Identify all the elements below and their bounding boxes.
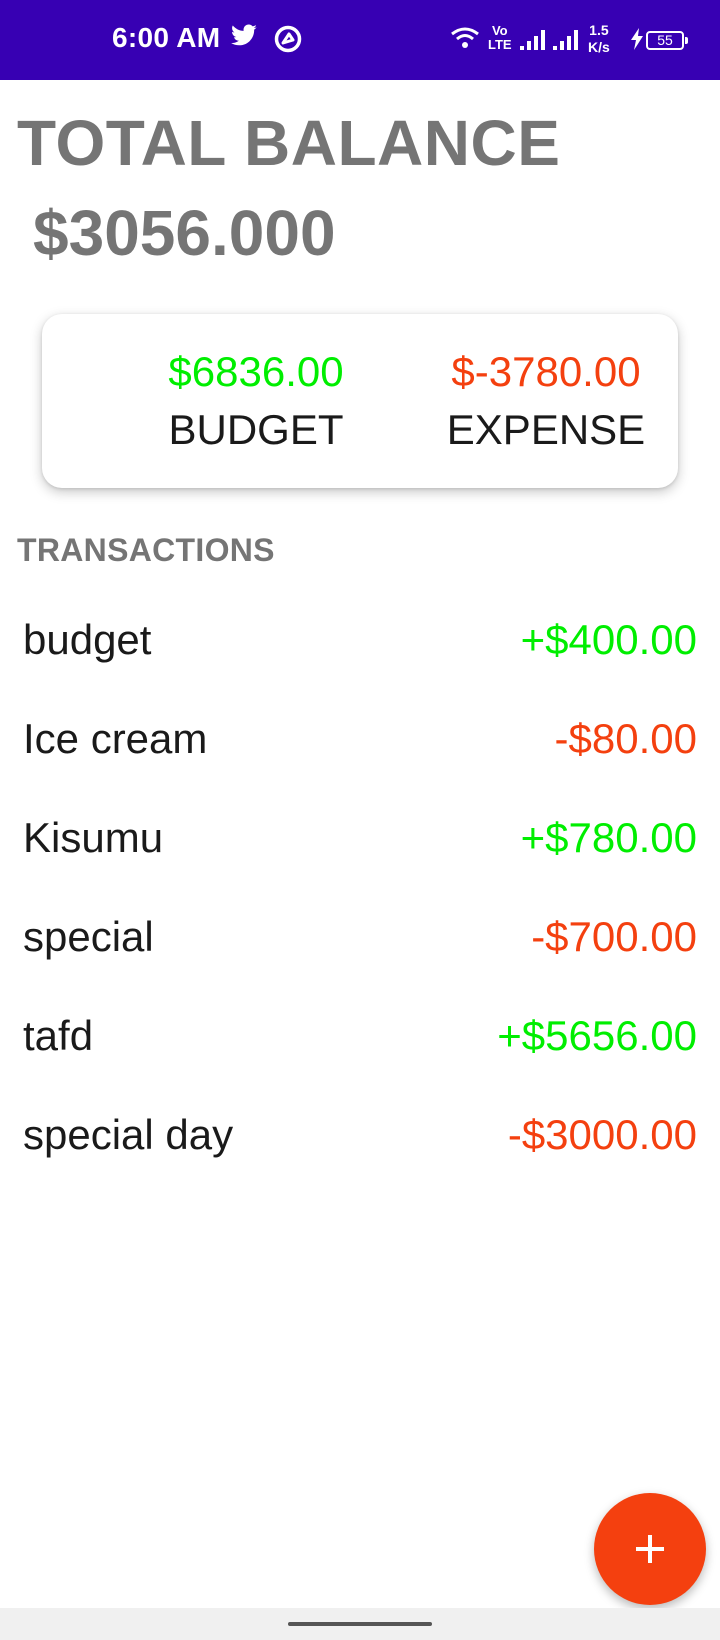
transaction-amount: +$780.00 [520, 814, 697, 861]
plus-icon [636, 1535, 664, 1563]
status-bar: 6:00 AM Vo LTE 1.5 K/s 55 [0, 0, 720, 80]
transaction-name: tafd [23, 1012, 94, 1059]
transaction-row[interactable]: tafd +$5656.00 [0, 986, 720, 1085]
expense-summary: $-3780.00 EXPENSE [406, 348, 686, 454]
transaction-row[interactable]: budget +$400.00 [0, 590, 720, 689]
total-balance-title: TOTAL BALANCE [17, 107, 561, 179]
speed-unit: K/s [588, 39, 610, 55]
transaction-row[interactable]: Ice cream -$80.00 [0, 689, 720, 788]
transaction-row[interactable]: special day -$3000.00 [0, 1085, 720, 1184]
volte-bottom-text: LTE [488, 37, 512, 52]
add-transaction-button[interactable] [594, 1493, 706, 1605]
transaction-row[interactable]: special -$700.00 [0, 887, 720, 986]
status-time: 6:00 AM [112, 22, 221, 53]
twitter-icon [230, 24, 258, 55]
transaction-row[interactable]: Kisumu +$780.00 [0, 788, 720, 887]
expense-label: EXPENSE [446, 406, 646, 453]
volte-indicator: Vo LTE [488, 24, 512, 52]
transaction-amount: +$5656.00 [497, 1012, 697, 1059]
transaction-list: budget +$400.00 Ice cream -$80.00 Kisumu… [0, 590, 720, 1184]
transaction-name: special day [23, 1111, 234, 1158]
expense-amount: $-3780.00 [451, 348, 641, 395]
transaction-amount: -$3000.00 [507, 1111, 697, 1158]
battery-icon: 55 [646, 31, 688, 50]
speed-value: 1.5 [589, 22, 609, 38]
transaction-name: budget [23, 616, 152, 663]
summary-card: $6836.00 BUDGET $-3780.00 EXPENSE [42, 314, 678, 488]
transactions-title: TRANSACTIONS [17, 532, 275, 568]
transaction-name: Kisumu [23, 814, 164, 861]
volte-top-text: Vo [491, 23, 508, 38]
transaction-name: special [23, 913, 154, 960]
sync-icon [273, 24, 303, 59]
network-speed: 1.5 K/s [588, 22, 610, 56]
wifi-icon [450, 26, 480, 55]
transaction-amount: -$700.00 [531, 913, 697, 960]
battery-level: 55 [657, 32, 673, 48]
transaction-name: Ice cream [23, 715, 208, 762]
signal-icon [520, 30, 548, 55]
transaction-amount: +$400.00 [520, 616, 697, 663]
budget-summary: $6836.00 BUDGET [116, 348, 396, 454]
home-indicator[interactable] [288, 1622, 432, 1626]
charging-bolt-icon [630, 28, 644, 55]
total-balance-amount: $3056.000 [33, 197, 336, 269]
transaction-amount: -$80.00 [554, 715, 697, 762]
signal-icon [553, 30, 581, 55]
system-nav-bar [0, 1608, 720, 1640]
budget-amount: $6836.00 [168, 348, 344, 395]
budget-label: BUDGET [168, 406, 344, 453]
